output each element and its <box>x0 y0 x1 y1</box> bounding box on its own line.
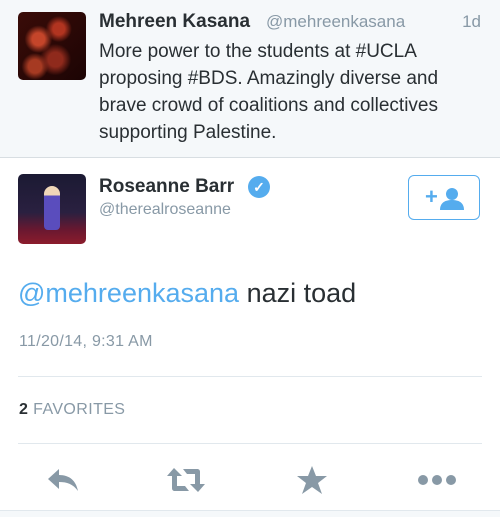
parent-author-handle[interactable]: @mehreenkasana <box>266 12 405 32</box>
parent-tweet-time: 1d <box>462 12 481 31</box>
plus-icon: + <box>425 184 438 209</box>
more-options-icon <box>418 475 456 485</box>
tweet-timestamp: 11/20/14, 9:31 AM <box>19 333 153 350</box>
follow-user-icon <box>440 188 464 210</box>
reply-icon <box>48 469 78 491</box>
parent-author-name[interactable]: Mehreen Kasana <box>99 11 250 33</box>
parent-author-avatar[interactable] <box>18 12 86 80</box>
parent-tweet[interactable]: Mehreen Kasana @mehreenkasana 1d More po… <box>0 0 500 158</box>
avatar-figure <box>44 186 60 230</box>
reply-button[interactable] <box>38 455 88 505</box>
favorite-button[interactable] <box>287 455 337 505</box>
tweet-mention-link[interactable]: @mehreenkasana <box>18 278 239 308</box>
follow-button[interactable]: + <box>408 175 480 220</box>
more-options-button[interactable] <box>412 455 462 505</box>
divider <box>18 443 482 444</box>
tweet-body: nazi toad <box>246 278 357 308</box>
main-author-handle[interactable]: @therealroseanne <box>99 201 231 219</box>
main-author-avatar[interactable] <box>18 174 86 244</box>
tweet-text: @mehreenkasana nazi toad <box>18 278 356 309</box>
tweet-actions-bar <box>0 455 500 505</box>
favorites-count[interactable]: 2 FAVORITES <box>19 401 125 419</box>
parent-tweet-text: More power to the students at #UCLA prop… <box>99 41 439 143</box>
favorites-label: FAVORITES <box>33 401 126 418</box>
favorite-star-icon <box>297 466 327 494</box>
verified-badge-icon: ✓ <box>248 176 270 198</box>
favorites-number: 2 <box>19 401 29 418</box>
retweet-button[interactable] <box>161 455 211 505</box>
main-author-name[interactable]: Roseanne Barr <box>99 176 234 198</box>
retweet-icon <box>167 468 205 492</box>
divider <box>18 376 482 377</box>
